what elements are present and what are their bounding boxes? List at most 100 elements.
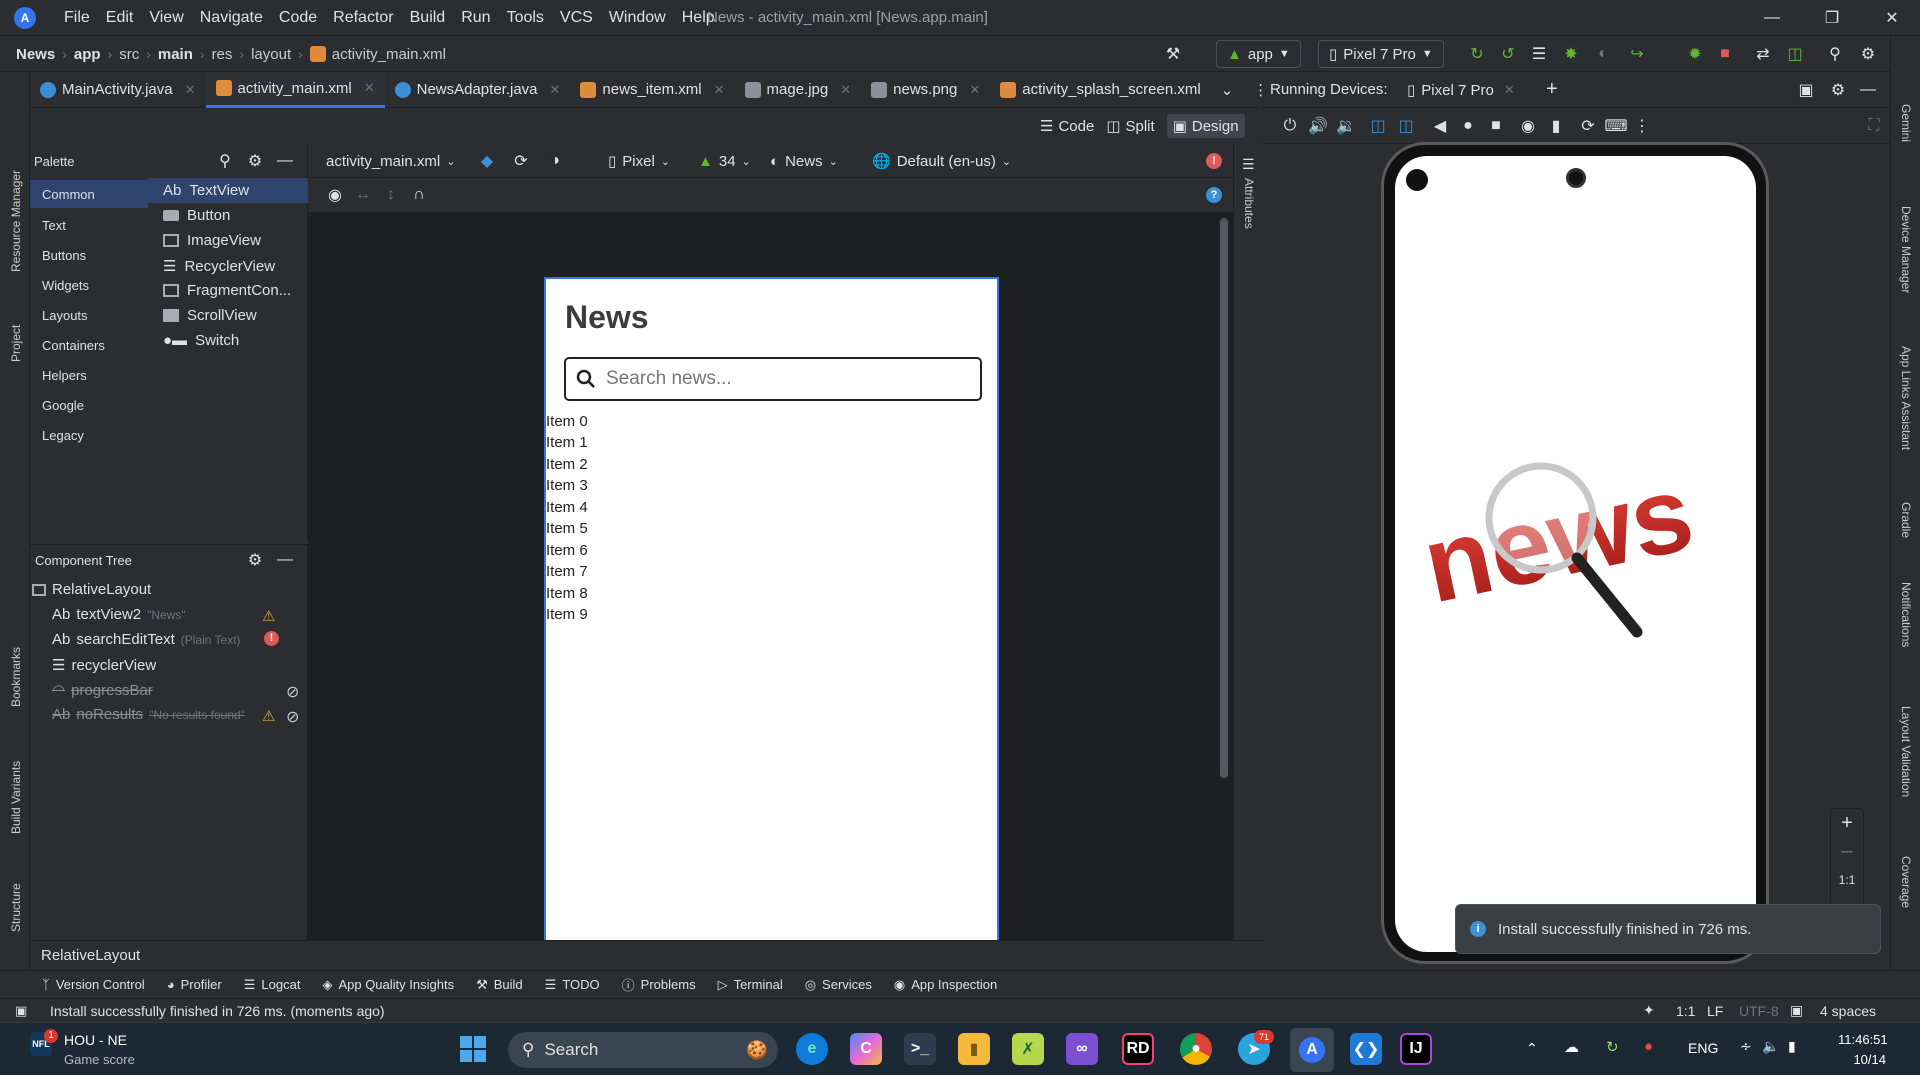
chrome-icon[interactable]: ● [1180,1033,1212,1065]
device-dropdown[interactable]: ▯ Pixel 7 Pro ▼ [1318,40,1444,68]
structure-tool[interactable]: Structure [9,883,23,932]
palette-category-common[interactable]: Common [30,180,148,208]
horizontal-resize-icon[interactable]: ↔ [350,182,376,208]
menu-run[interactable]: Run [453,9,498,27]
weather-subtitle[interactable]: Game score [64,1052,135,1067]
tray-overflow-icon[interactable]: ⌃ [1526,1040,1538,1057]
list-item[interactable]: Item 5 [546,520,588,537]
hidden-icon[interactable]: ⊘ [286,707,299,727]
tab-newsadapter[interactable]: NewsAdapter.java ✕ [385,72,571,108]
install-notification[interactable]: i Install successfully finished in 726 m… [1455,904,1881,954]
code-view-button[interactable]: ☰ Code [1040,117,1094,136]
palette-item-recyclerview[interactable]: ☰ RecyclerView [163,257,275,276]
palette-item-button[interactable]: Button [163,207,230,224]
design-view-button[interactable]: ▣ Design [1166,114,1245,138]
locale-selector[interactable]: 🌐 Default (en-us) ⌄ [872,144,1011,178]
search-icon[interactable]: ⚲ [1822,41,1848,67]
vertical-resize-icon[interactable]: ↕ [378,182,404,208]
layout-preview[interactable]: News Search news... Item 0 Item 1 Item 2… [544,277,999,940]
warning-icon[interactable]: ⚠ [262,607,275,625]
close-tab-icon[interactable]: ✕ [185,82,196,98]
status-encoding[interactable]: UTF-8 [1739,1003,1779,1019]
search-icon[interactable]: ⚲ [212,148,238,174]
bug-icon[interactable]: ✹ [1682,41,1708,67]
crumb-app[interactable]: app [74,46,101,63]
menu-refactor[interactable]: Refactor [325,9,401,27]
tab-mainactivity[interactable]: MainActivity.java ✕ [30,72,206,108]
clock-time[interactable]: 11:46:51 [1838,1032,1888,1047]
crumb-layout[interactable]: layout [251,46,291,63]
attributes-tool[interactable]: Attributes [1242,178,1256,229]
palette-category-containers[interactable]: Containers [42,338,105,353]
volume-up-icon[interactable]: 🔊 [1305,113,1331,139]
gear-icon[interactable]: ⚙ [1825,77,1851,103]
close-tab-icon[interactable]: ✕ [969,82,980,98]
list-item[interactable]: Item 3 [546,477,588,494]
notifications-tool[interactable]: Notifications [1899,582,1913,647]
palette-category-layouts[interactable]: Layouts [42,308,88,323]
file-explorer-icon[interactable]: ▮ [958,1033,990,1065]
error-icon[interactable]: ! [264,631,279,646]
stop-icon[interactable]: ■ [1712,41,1738,67]
tray-app-icon[interactable]: ☁ [1564,1038,1579,1056]
split-view-button[interactable]: ◫ Split [1106,117,1154,136]
menu-navigate[interactable]: Navigate [192,9,271,27]
crumb-main[interactable]: main [158,46,193,63]
power-icon[interactable]: ⏻ [1277,113,1303,139]
list-item[interactable]: Item 9 [546,606,588,623]
screenrecord-icon[interactable]: ▮ [1543,113,1569,139]
minimize-panel-icon[interactable]: — [272,148,298,174]
close-tab-icon[interactable]: ✕ [550,82,561,98]
close-tab-icon[interactable]: ✕ [714,82,725,98]
close-tab-icon[interactable]: ✕ [840,82,851,98]
preview-title[interactable]: News [565,299,649,336]
restore-icon[interactable]: ❐ [1807,0,1857,36]
palette-item-scrollview[interactable]: ScrollView [163,307,257,324]
gear-icon[interactable]: ⚙ [242,148,268,174]
tab-pixel-7-pro[interactable]: ▯ Pixel 7 Pro ✕ [1407,72,1515,108]
battery-icon[interactable]: ▮ [1788,1038,1796,1055]
palette-category-google[interactable]: Google [42,398,84,413]
palette-item-textview[interactable]: Ab TextView [148,178,308,203]
list-item[interactable]: Item 0 [546,413,588,430]
tree-node-recyclerview[interactable]: ☰ recyclerView [52,656,156,675]
profile-icon[interactable]: ◐ [1590,41,1616,67]
warning-icon[interactable]: ⚠ [262,707,275,725]
panel-toggle-icon[interactable]: ▣ [15,1003,27,1019]
tray-security-icon[interactable]: ● [1644,1038,1653,1055]
palette-item-switch[interactable]: ●▬ Switch [163,332,239,349]
palette-category-text[interactable]: Text [42,218,66,233]
copilot-icon[interactable]: C [850,1033,882,1065]
layout-file-dropdown[interactable]: activity_main.xml ⌄ [326,144,455,178]
android-studio-taskbar-icon[interactable]: A [1290,1028,1334,1072]
wifi-icon[interactable]: ∻ [1740,1038,1752,1055]
gemini-icon[interactable]: ✦ [1643,1002,1655,1019]
crumb-project[interactable]: News [16,46,55,63]
sync-icon[interactable]: ⇄ [1750,41,1776,67]
home-icon[interactable]: ● [1455,113,1481,139]
run-config-dropdown[interactable]: ▲ app ▼ [1216,40,1301,68]
minimize-panel-icon[interactable]: — [272,547,298,573]
bookmarks-tool[interactable]: Bookmarks [9,647,23,707]
palette-item-imageview[interactable]: ImageView [163,232,261,249]
orientation-icon[interactable]: ⟳ [508,148,534,174]
error-icon[interactable]: ! [1206,153,1222,169]
project-tool[interactable]: Project [9,325,23,362]
zoom-out-icon[interactable]: – [1831,837,1863,865]
tree-node-searchedittext[interactable]: Ab searchEditText (Plain Text) [52,631,241,648]
lock-icon[interactable]: ▣ [1790,1002,1803,1019]
status-indent[interactable]: 4 spaces [1820,1003,1876,1019]
design-surface-icon[interactable]: ◆ [474,148,500,174]
fit-screen-icon[interactable]: ⛶ [1861,113,1887,139]
tool-logcat[interactable]: ☰ Logcat [244,977,301,993]
help-icon[interactable]: ? [1206,187,1222,203]
list-item[interactable]: Item 2 [546,456,588,473]
keyboard-icon[interactable]: ⌨ [1603,113,1629,139]
resource-manager-tool[interactable]: Resource Manager [9,170,23,272]
menu-window[interactable]: Window [601,9,674,27]
canvas-scrollbar[interactable] [1220,218,1228,778]
reset-icon[interactable]: ⟳ [1575,113,1601,139]
apply-changes-icon[interactable]: ↻ [1464,41,1490,67]
camera-icon[interactable]: ◉ [1515,113,1541,139]
minimize-panel-icon[interactable]: — [1855,77,1881,103]
